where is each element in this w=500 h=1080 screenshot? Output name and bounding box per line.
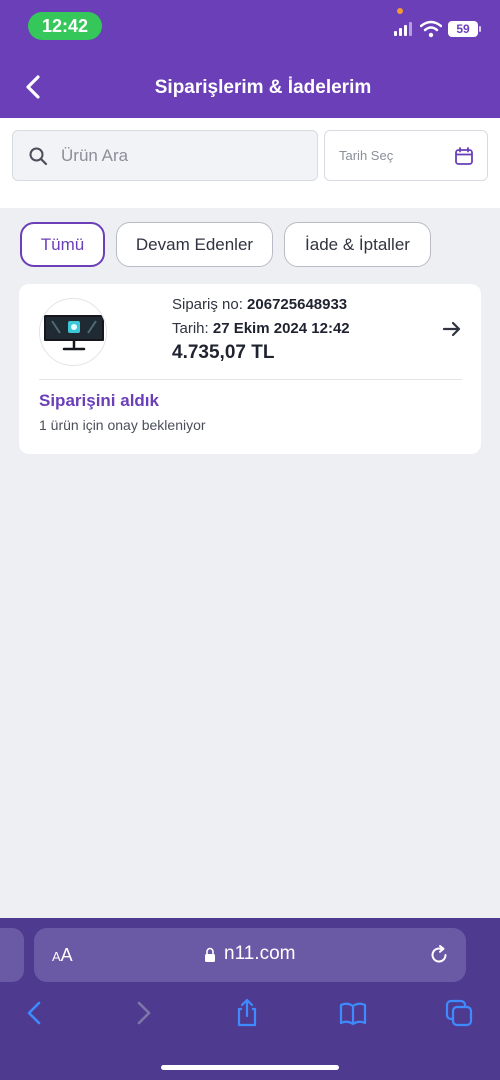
order-status-subtitle: 1 ürün için onay bekleniyor xyxy=(39,417,206,433)
order-number-line: Sipariş no: 206725648933 xyxy=(172,296,347,313)
search-icon xyxy=(29,147,48,166)
home-indicator[interactable] xyxy=(161,1065,339,1070)
order-number: 206725648933 xyxy=(247,296,348,313)
aa-small-glyph: A xyxy=(52,949,61,964)
cellular-signal-icon xyxy=(394,22,414,36)
status-bar: 12:42 59 xyxy=(0,0,500,50)
reload-icon[interactable] xyxy=(428,944,450,966)
reader-mode-button[interactable]: AA xyxy=(52,945,73,966)
date-picker[interactable]: Tarih Seç xyxy=(324,130,488,181)
tab-all[interactable]: Tümü xyxy=(20,222,105,267)
address-bar[interactable]: AA n11.com xyxy=(34,928,466,982)
tab-in-progress[interactable]: Devam Edenler xyxy=(116,222,273,267)
url-text: n11.com xyxy=(224,943,296,964)
mic-indicator-icon xyxy=(397,8,403,14)
share-icon[interactable] xyxy=(232,998,262,1028)
page-title: Siparişlerim & İadelerim xyxy=(154,77,372,98)
wifi-icon xyxy=(420,20,442,38)
order-number-label: Sipariş no: xyxy=(172,296,243,313)
monitor-image xyxy=(44,315,104,351)
date-picker-label: Tarih Seç xyxy=(339,148,394,163)
order-date-line: Tarih: 27 Ekim 2024 12:42 xyxy=(172,320,350,337)
browser-back-icon[interactable] xyxy=(20,998,50,1028)
order-date: 27 Ekim 2024 12:42 xyxy=(212,320,350,337)
search-input[interactable] xyxy=(59,141,299,171)
tabs-icon[interactable] xyxy=(444,998,474,1028)
browser-forward-icon[interactable] xyxy=(128,998,158,1028)
order-status-title: Siparişini aldık xyxy=(39,391,159,410)
bookmarks-icon[interactable] xyxy=(338,998,368,1028)
browser-toolbar: AA n11.com xyxy=(0,918,500,1080)
battery-icon: 59 xyxy=(448,21,478,37)
lock-icon xyxy=(205,947,215,962)
arrow-right-icon[interactable] xyxy=(441,318,463,340)
back-arrow-icon[interactable] xyxy=(18,72,48,102)
filter-area: Tarih Seç xyxy=(0,118,500,208)
battery-tip xyxy=(479,26,481,32)
header-bar: 12:42 59 Siparişlerim & İadelerim xyxy=(0,0,500,118)
search-box[interactable] xyxy=(12,130,318,181)
tab-returns-cancellations[interactable]: İade & İptaller xyxy=(284,222,431,267)
previous-tab-edge[interactable] xyxy=(0,928,24,982)
order-card[interactable]: Sipariş no: 206725648933 Tarih: 27 Ekim … xyxy=(19,284,481,454)
order-date-label: Tarih: xyxy=(172,320,209,337)
card-divider xyxy=(39,379,462,380)
product-thumbnail xyxy=(39,298,107,366)
calendar-icon xyxy=(455,147,473,165)
aa-large-glyph: A xyxy=(60,945,73,965)
order-price: 4.735,07 TL xyxy=(172,342,275,363)
status-time: 12:42 xyxy=(28,12,102,40)
